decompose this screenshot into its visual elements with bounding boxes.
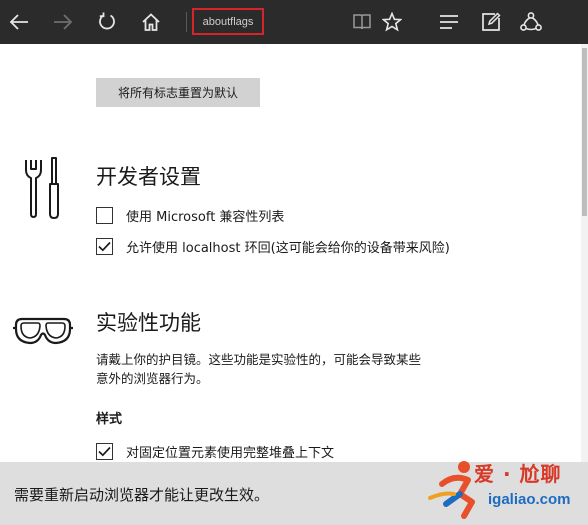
experimental-description: 请戴上你的护目镜。这些功能是实验性的，可能会导致某些 意外的浏览器行为。 xyxy=(96,350,476,388)
arrow-left-icon xyxy=(9,14,28,30)
wrench-screwdriver-icon xyxy=(25,157,59,219)
scrollbar-thumb[interactable] xyxy=(582,48,587,216)
description-line: 意外的浏览器行为。 xyxy=(96,371,209,386)
checkmark-icon xyxy=(98,241,111,251)
refresh-icon xyxy=(99,12,115,30)
favorite-button[interactable] xyxy=(378,0,406,44)
reading-view-button[interactable] xyxy=(348,0,376,44)
share-button[interactable] xyxy=(516,0,546,44)
pen-note-icon xyxy=(482,12,501,31)
watermark-brand: 爱 · 尬聊 xyxy=(474,462,562,486)
option-fixed-stacking-context[interactable]: 对固定位置元素使用完整堆叠上下文 xyxy=(96,441,334,461)
hub-icon xyxy=(440,15,458,29)
star-icon xyxy=(382,12,402,32)
home-icon xyxy=(142,13,160,31)
forward-button[interactable] xyxy=(48,0,78,44)
description-line: 请戴上你的护目镜。这些功能是实验性的，可能会导致某些 xyxy=(96,352,422,367)
hub-button[interactable] xyxy=(434,0,464,44)
option-label: 允许使用 localhost 环回(这可能会给你的设备带来风险) xyxy=(126,240,450,256)
book-icon xyxy=(353,14,371,30)
option-ms-compat-list[interactable]: 使用 Microsoft 兼容性列表 xyxy=(96,205,284,225)
web-note-button[interactable] xyxy=(476,0,506,44)
refresh-button[interactable] xyxy=(92,0,122,44)
checkmark-icon xyxy=(98,446,111,456)
browser-toolbar: aboutflags xyxy=(0,0,588,44)
site-watermark: 爱 · 尬聊 igaliao.com xyxy=(424,458,588,522)
checkbox-checked[interactable] xyxy=(96,237,113,255)
goggles-icon xyxy=(13,317,73,345)
reset-flags-button[interactable]: 将所有标志重置为默认 xyxy=(96,78,260,107)
share-icon xyxy=(520,12,542,31)
arrow-right-icon xyxy=(54,14,73,30)
checkbox-unchecked[interactable] xyxy=(96,206,113,224)
option-label: 使用 Microsoft 兼容性列表 xyxy=(126,209,285,225)
checkbox-checked[interactable] xyxy=(96,442,113,460)
watermark-domain: igaliao.com xyxy=(488,491,571,508)
developer-section-title: 开发者设置 xyxy=(96,165,201,189)
back-button[interactable] xyxy=(4,0,34,44)
option-label: 对固定位置元素使用完整堆叠上下文 xyxy=(126,445,335,461)
styles-subheading: 样式 xyxy=(96,412,123,427)
home-button[interactable] xyxy=(136,0,166,44)
option-localhost-loopback[interactable]: 允许使用 localhost 环回(这可能会给你的设备带来风险) xyxy=(96,236,450,256)
address-separator xyxy=(186,12,187,32)
address-text: aboutflags xyxy=(202,15,254,28)
restart-notice-text: 需要重新启动浏览器才能让更改生效。 xyxy=(14,486,270,504)
experimental-section-title: 实验性功能 xyxy=(96,311,201,335)
address-bar[interactable]: aboutflags xyxy=(192,8,264,35)
